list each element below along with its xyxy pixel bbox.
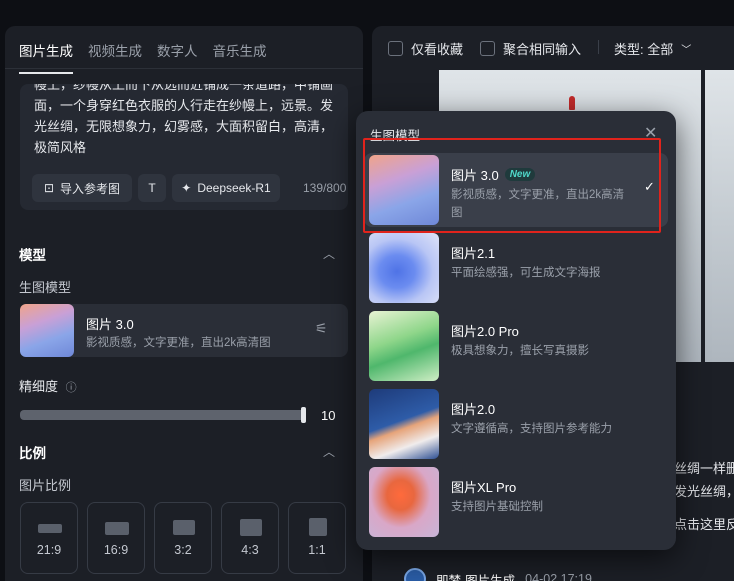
red-figure: [569, 96, 575, 110]
model-section-title: 模型: [19, 248, 46, 263]
model-option-name: 图片2.0: [451, 402, 496, 417]
history-entry-time: 04-02 17:19: [525, 572, 592, 581]
info-icon[interactable]: ⓘ: [66, 382, 77, 394]
model-option-name: 图片XL Pro: [451, 480, 517, 495]
deepseek-label: Deepseek-R1: [197, 181, 271, 195]
ratio-1-1[interactable]: 1:1: [288, 502, 346, 574]
model-option-name: 图片2.0 Pro: [451, 324, 519, 339]
chevron-up-icon[interactable]: ︿: [323, 245, 335, 262]
ratio-section-title: 比例: [19, 446, 46, 461]
model-option-desc: 平面绘感强，可生成文字海报: [451, 267, 601, 279]
result-text-3[interactable]: 点击这里反: [674, 514, 734, 533]
model-option-desc: 极具想象力，擅长写真摄影: [451, 345, 589, 357]
left-panel: 图片生成 视频生成 数字人 音乐生成 幔上，纱幔从上而下从远而近铺成一条道路，中…: [5, 26, 363, 581]
tabs-divider: [5, 68, 363, 69]
ratio-shape-icon: [240, 519, 262, 536]
ratio-label: 1:1: [308, 543, 326, 557]
text-style-button[interactable]: T: [138, 174, 166, 202]
model-selector[interactable]: 图片 3.0 影视质感，文字更准，直出2k高清图 ⚟: [20, 304, 348, 357]
selected-model-name: 图片 3.0: [86, 317, 134, 332]
detail-slider-handle[interactable]: [301, 407, 306, 423]
type-filter-dropdown[interactable]: 类型: 全部 ﹀: [614, 39, 691, 58]
filter-collect[interactable]: 仅看收藏: [388, 39, 463, 58]
ratio-shape-icon: [38, 524, 62, 533]
type-filter-label: 类型: 全部: [614, 42, 674, 57]
ratio-label: 3:2: [174, 543, 192, 557]
ratio-4-3[interactable]: 4:3: [221, 502, 279, 574]
result-text-1: 丝绸一样删: [674, 461, 734, 476]
history-entry-name: 即梦-图片生成: [436, 573, 516, 581]
model-option-thumbnail: [369, 467, 439, 537]
generated-image-2[interactable]: [705, 70, 734, 362]
ratio-sub-label: 图片比例: [19, 478, 72, 493]
import-reference-label: 导入参考图: [60, 181, 121, 196]
filter-merge-label: 聚合相同输入: [503, 42, 582, 57]
deepseek-button[interactable]: ✦ Deepseek-R1: [172, 174, 280, 202]
checkbox-merge[interactable]: [480, 41, 495, 56]
model-option-xl-pro[interactable]: 图片XL Pro 支持图片基础控制: [364, 465, 668, 539]
prompt-box[interactable]: 幔上，纱幔从上而下从远而近铺成一条道路，中铺画面，一个身穿红色衣服的人行走在纱幔…: [20, 84, 348, 210]
detail-label: 精细度 ⓘ: [19, 379, 77, 394]
deepseek-icon: ✦: [181, 181, 192, 195]
detail-value: 10: [321, 408, 336, 423]
model-option-thumbnail: [369, 389, 439, 459]
dreamina-logo-icon: [404, 568, 426, 581]
filter-merge[interactable]: 聚合相同输入: [480, 39, 581, 58]
ratio-shape-icon: [309, 518, 327, 536]
char-count: 139/800: [303, 181, 347, 195]
checkbox-collect[interactable]: [388, 41, 403, 56]
selected-model-desc: 影视质感，文字更准，直出2k高清图: [86, 337, 271, 349]
detail-slider-track[interactable]: [20, 410, 305, 420]
selection-highlight: [363, 138, 661, 233]
ratio-3-2[interactable]: 3:2: [154, 502, 212, 574]
model-sub-label: 生图模型: [19, 280, 72, 295]
model-option-2-1[interactable]: 图片2.1 平面绘感强，可生成文字海报: [364, 231, 668, 305]
ratio-label: 16:9: [103, 543, 129, 557]
chevron-down-icon: ﹀: [681, 45, 692, 56]
import-reference-button[interactable]: ⊡ 导入参考图: [32, 174, 132, 202]
model-option-thumbnail: [369, 233, 439, 303]
filter-collect-label: 仅看收藏: [411, 42, 464, 57]
model-option-2-0-pro[interactable]: 图片2.0 Pro 极具想象力，擅长写真摄影: [364, 309, 668, 383]
filter-divider: [598, 40, 599, 54]
settings-sliders-icon[interactable]: ⚟: [315, 320, 328, 337]
history-entry-header: 即梦-图片生成 04-02 17:19: [404, 568, 592, 581]
prompt-text[interactable]: 幔上，纱幔从上而下从远而近铺成一条道路，中铺画面，一个身穿红色衣服的人行走在纱幔…: [34, 84, 339, 158]
image-add-icon: ⊡: [43, 181, 55, 195]
ratio-16-9[interactable]: 16:9: [87, 502, 145, 574]
result-text-2: 发光丝绸，: [674, 484, 734, 499]
model-option-name: 图片2.1: [451, 246, 496, 261]
model-option-2-0[interactable]: 图片2.0 文字遵循高，支持图片参考能力: [364, 387, 668, 461]
model-option-desc: 文字遵循高，支持图片参考能力: [451, 423, 612, 435]
text-icon: T: [148, 181, 156, 195]
ratio-label: 4:3: [241, 543, 259, 557]
ratio-21-9[interactable]: 21:9: [20, 502, 78, 574]
model-thumbnail: [20, 304, 74, 357]
model-option-thumbnail: [369, 311, 439, 381]
ratio-shape-icon: [173, 520, 195, 535]
model-option-desc: 支持图片基础控制: [451, 501, 543, 513]
ratio-label: 21:9: [36, 543, 62, 557]
chevron-up-icon[interactable]: ︿: [323, 443, 335, 460]
ratio-shape-icon: [105, 522, 129, 535]
